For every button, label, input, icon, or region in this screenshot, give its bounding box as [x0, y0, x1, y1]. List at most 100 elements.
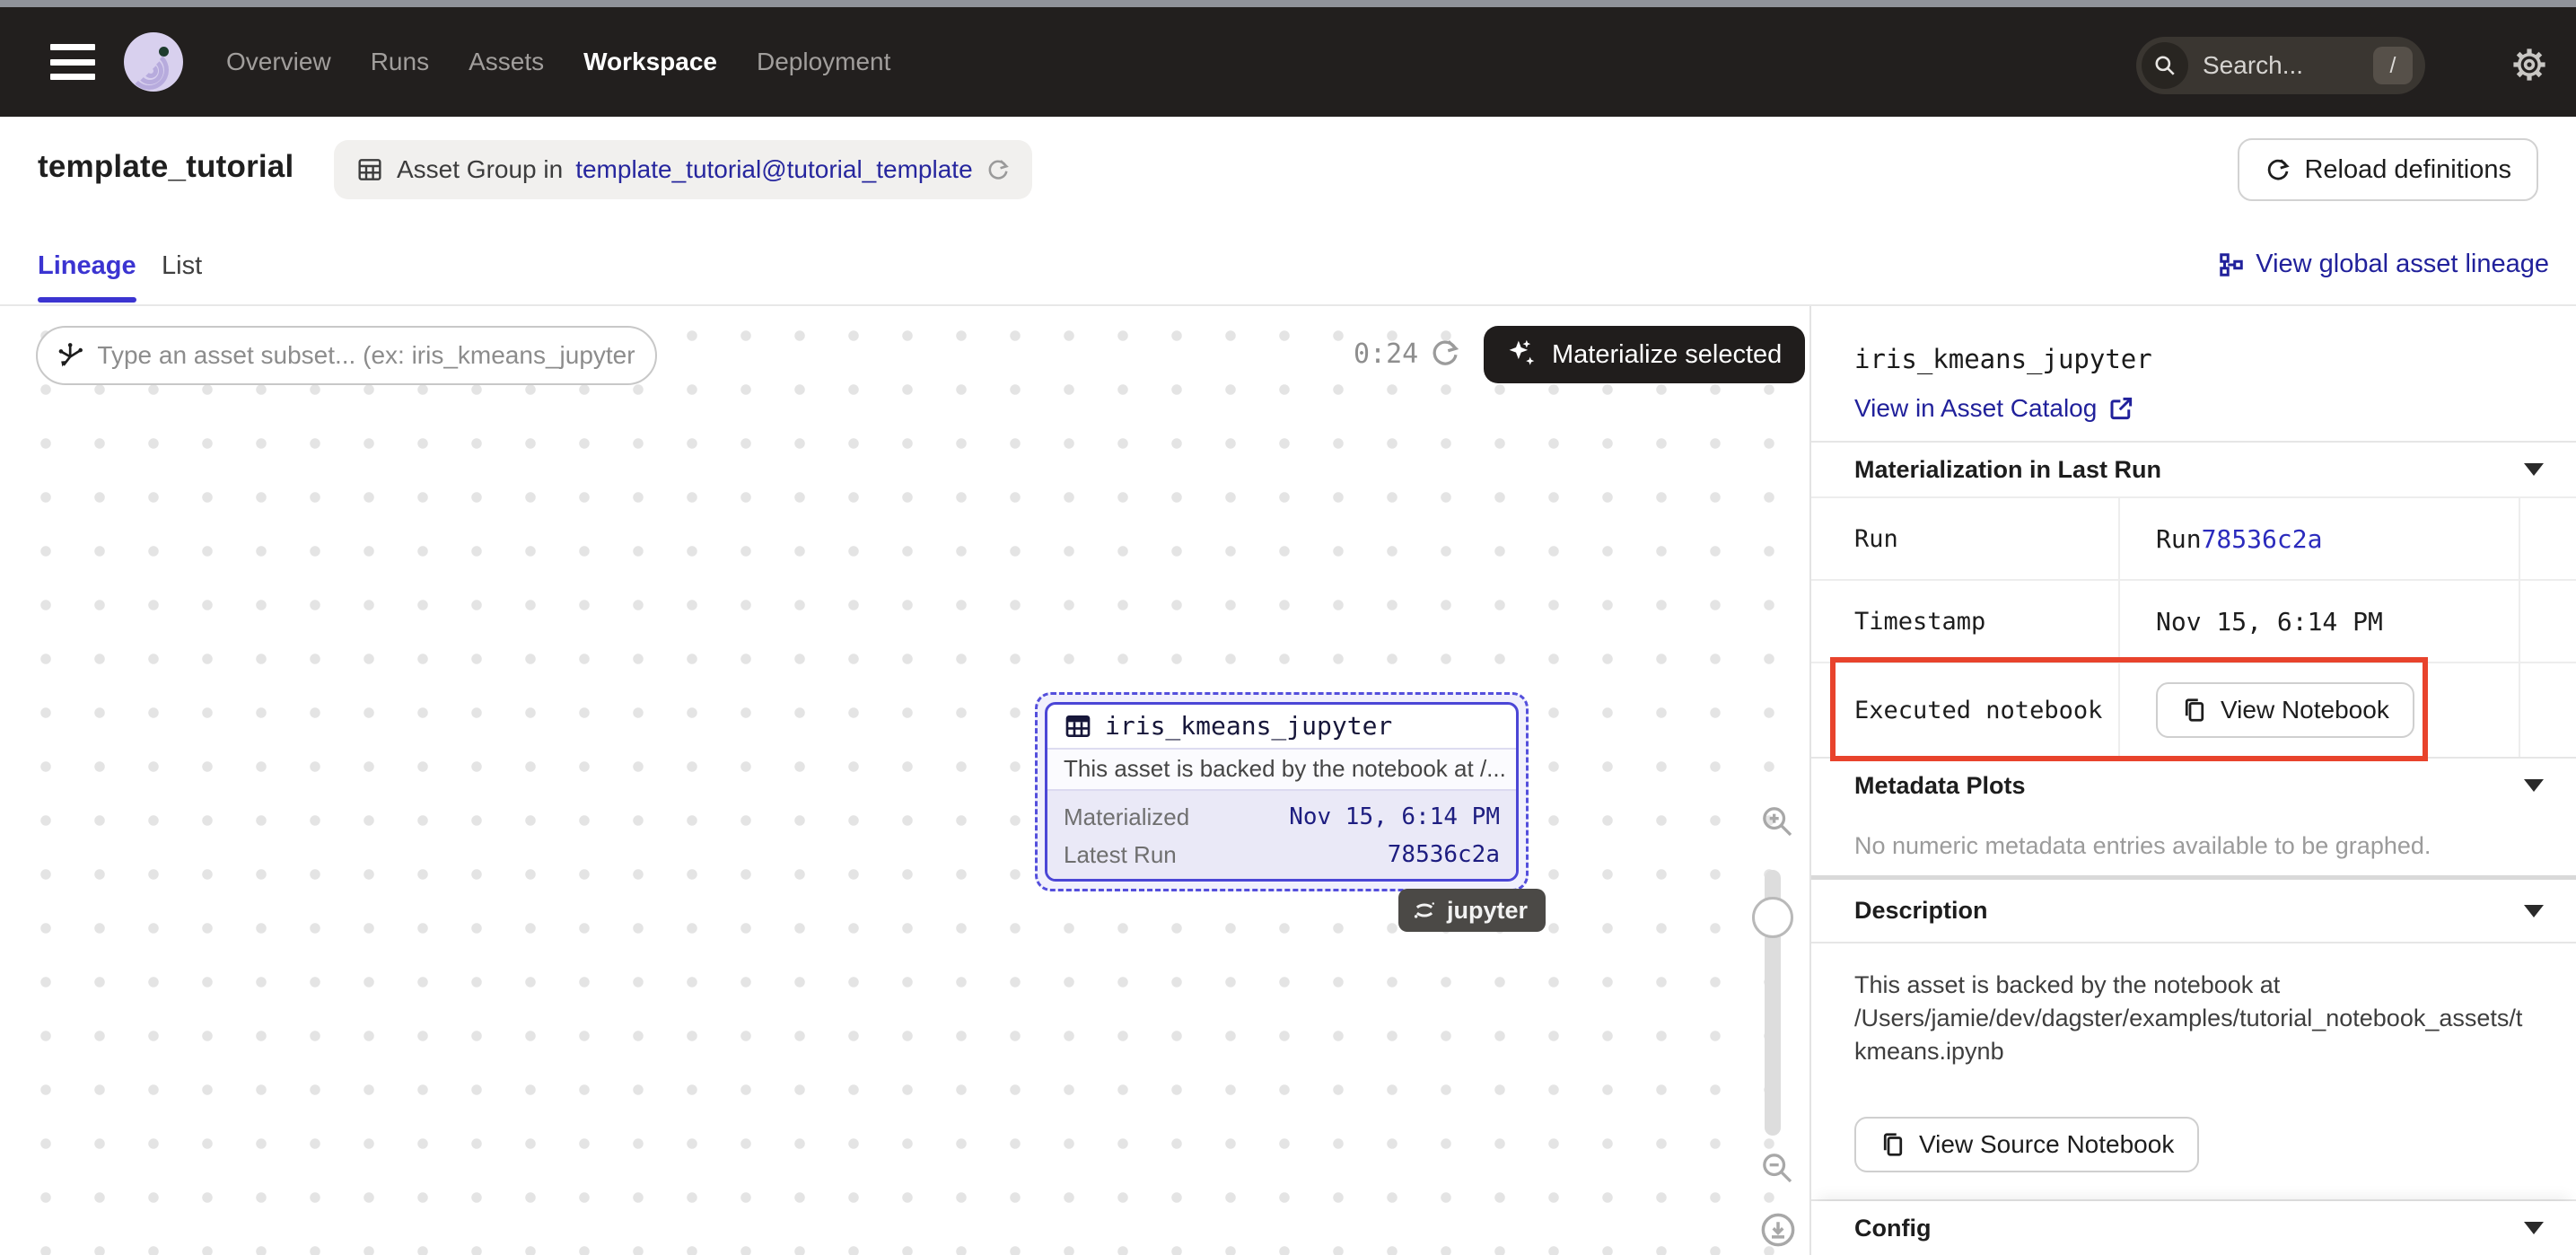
view-in-asset-catalog-link[interactable]: View in Asset Catalog	[1854, 394, 2576, 423]
row-label-timestamp: Timestamp	[1811, 581, 2120, 662]
breadcrumb-prefix: Asset Group in	[397, 155, 563, 184]
row-label-executed-notebook: Executed notebook	[1811, 663, 2120, 757]
nav-item-deployment[interactable]: Deployment	[757, 48, 890, 76]
reload-workspace-icon[interactable]	[986, 157, 1011, 182]
nav-item-assets[interactable]: Assets	[469, 48, 544, 76]
chevron-down-icon[interactable]	[2524, 463, 2544, 476]
search-input[interactable]: Search... /	[2136, 37, 2425, 94]
run-prefix: Run	[2156, 524, 2202, 554]
table-row-run: Run Run 78536c2a	[1811, 496, 2576, 579]
tabs-row: Lineage List View global asset lineage	[0, 235, 2576, 306]
asset-details-sidebar: iris_kmeans_jupyter View in Asset Catalo…	[1809, 306, 2576, 1255]
dagster-app: Overview Runs Assets Workspace Deploymen…	[0, 0, 2576, 1255]
table-row-executed-notebook: Executed notebook View Notebook	[1811, 662, 2576, 757]
window-top-strip	[0, 0, 2576, 7]
view-notebook-label: View Notebook	[2221, 696, 2389, 724]
description-line: /Users/jamie/dev/dagster/examples/tutori…	[1854, 1002, 2533, 1035]
jupyter-icon	[1411, 897, 1438, 924]
section-materialization-last-run[interactable]: Materialization in Last Run	[1811, 441, 2576, 496]
lineage-icon	[2218, 251, 2245, 278]
chevron-down-icon[interactable]	[2524, 1222, 2544, 1234]
sidebar-asset-title: iris_kmeans_jupyter	[1854, 344, 2576, 374]
section-metadata-plots[interactable]: Metadata Plots	[1811, 757, 2576, 812]
reload-definitions-button[interactable]: Reload definitions	[2238, 138, 2538, 201]
stat-value: Nov 15, 6:14 PM	[1289, 803, 1500, 830]
chevron-down-icon[interactable]	[2524, 905, 2544, 917]
description-line: kmeans.ipynb	[1854, 1035, 2533, 1068]
render-timer: 0:24	[1354, 338, 1418, 370]
description-line: This asset is backed by the notebook at	[1854, 969, 2533, 1002]
external-link-icon	[2107, 395, 2134, 422]
nav-menu: Overview Runs Assets Workspace Deploymen…	[226, 48, 890, 76]
refresh-graph-icon[interactable]	[1429, 337, 1461, 369]
asset-subset-input[interactable]	[97, 341, 644, 370]
zoom-out-icon[interactable]	[1759, 1150, 1795, 1186]
asset-node-description: This asset is backed by the notebook at …	[1047, 750, 1516, 789]
top-navbar: Overview Runs Assets Workspace Deploymen…	[0, 7, 2576, 117]
row-label-run: Run	[1811, 498, 2120, 579]
zoom-slider-handle[interactable]	[1752, 897, 1793, 938]
tab-list[interactable]: List	[162, 251, 202, 281]
dagster-logo[interactable]	[124, 32, 183, 92]
asset-node-stats: Materialized Nov 15, 6:14 PM Latest Run …	[1047, 789, 1516, 879]
asset-group-breadcrumb: Asset Group in template_tutorial@tutoria…	[334, 140, 1032, 199]
stat-label: Latest Run	[1064, 841, 1177, 869]
global-lineage-label: View global asset lineage	[2256, 250, 2549, 279]
asset-subset-input-wrap	[36, 326, 657, 385]
page-title: template_tutorial	[38, 149, 294, 185]
asset-graph-filter-icon	[56, 340, 84, 371]
sparkles-icon	[1507, 338, 1539, 371]
section-description[interactable]: Description	[1811, 880, 2576, 943]
settings-gear-icon[interactable]	[2508, 43, 2551, 86]
download-view-icon[interactable]	[1759, 1211, 1797, 1249]
section-title: Description	[1854, 897, 1988, 925]
notebook-icon	[2181, 697, 2208, 724]
view-notebook-button[interactable]: View Notebook	[2156, 682, 2414, 738]
zoom-in-icon[interactable]	[1759, 803, 1795, 839]
reload-definitions-label: Reload definitions	[2304, 155, 2511, 185]
asset-group-icon	[355, 155, 384, 184]
nav-item-workspace[interactable]: Workspace	[583, 48, 717, 76]
stat-row-materialized: Materialized Nov 15, 6:14 PM	[1064, 798, 1500, 836]
search-icon	[2142, 42, 2188, 89]
asset-node-card[interactable]: iris_kmeans_jupyter This asset is backed…	[1045, 702, 1519, 882]
metadata-plots-empty-text: No numeric metadata entries available to…	[1854, 832, 2576, 860]
hamburger-menu-icon[interactable]	[50, 44, 95, 80]
asset-node-header: iris_kmeans_jupyter	[1047, 705, 1516, 750]
page-header: template_tutorial Asset Group in templat…	[0, 117, 2576, 235]
tab-lineage[interactable]: Lineage	[38, 251, 136, 281]
section-title: Config	[1854, 1215, 1931, 1242]
chevron-down-icon[interactable]	[2524, 779, 2544, 792]
view-global-asset-lineage-link[interactable]: View global asset lineage	[2218, 250, 2549, 279]
table-icon	[1064, 712, 1092, 741]
catalog-link-label: View in Asset Catalog	[1854, 394, 2097, 423]
notebook-icon	[1879, 1131, 1906, 1158]
stat-value-run-link[interactable]: 78536c2a	[1388, 841, 1500, 868]
description-text: This asset is backed by the notebook at …	[1854, 969, 2533, 1068]
reload-icon	[2265, 156, 2291, 183]
compute-kind-tag-jupyter[interactable]: jupyter	[1398, 889, 1546, 932]
row-value-executed-notebook: View Notebook	[2120, 663, 2519, 757]
materialize-selected-button[interactable]: Materialize selected	[1484, 326, 1805, 383]
nav-item-overview[interactable]: Overview	[226, 48, 331, 76]
nav-item-runs[interactable]: Runs	[371, 48, 429, 76]
row-value-run: Run 78536c2a	[2120, 498, 2519, 579]
search-shortcut-badge: /	[2373, 47, 2413, 84]
section-config[interactable]: Config	[1811, 1201, 2576, 1255]
stat-label: Materialized	[1064, 803, 1189, 831]
run-id-link[interactable]: 78536c2a	[2202, 524, 2323, 554]
table-row-timestamp: Timestamp Nov 15, 6:14 PM	[1811, 579, 2576, 662]
search-placeholder: Search...	[2203, 51, 2373, 80]
materialize-selected-label: Materialize selected	[1552, 340, 1782, 370]
asset-node-selection[interactable]: iris_kmeans_jupyter This asset is backed…	[1035, 692, 1529, 891]
tag-label: jupyter	[1447, 897, 1528, 925]
breadcrumb-workspace-link[interactable]: template_tutorial@tutorial_template	[575, 155, 972, 184]
asset-node-title: iris_kmeans_jupyter	[1105, 711, 1392, 741]
view-source-notebook-label: View Source Notebook	[1919, 1130, 2174, 1159]
section-title: Materialization in Last Run	[1854, 456, 2161, 484]
asset-graph-pane[interactable]: 0:24 Materialize selected	[0, 306, 1809, 1255]
section-title: Metadata Plots	[1854, 772, 2026, 800]
view-source-notebook-button[interactable]: View Source Notebook	[1854, 1117, 2199, 1172]
row-value-timestamp: Nov 15, 6:14 PM	[2120, 581, 2519, 662]
stat-row-latest-run: Latest Run 78536c2a	[1064, 836, 1500, 873]
